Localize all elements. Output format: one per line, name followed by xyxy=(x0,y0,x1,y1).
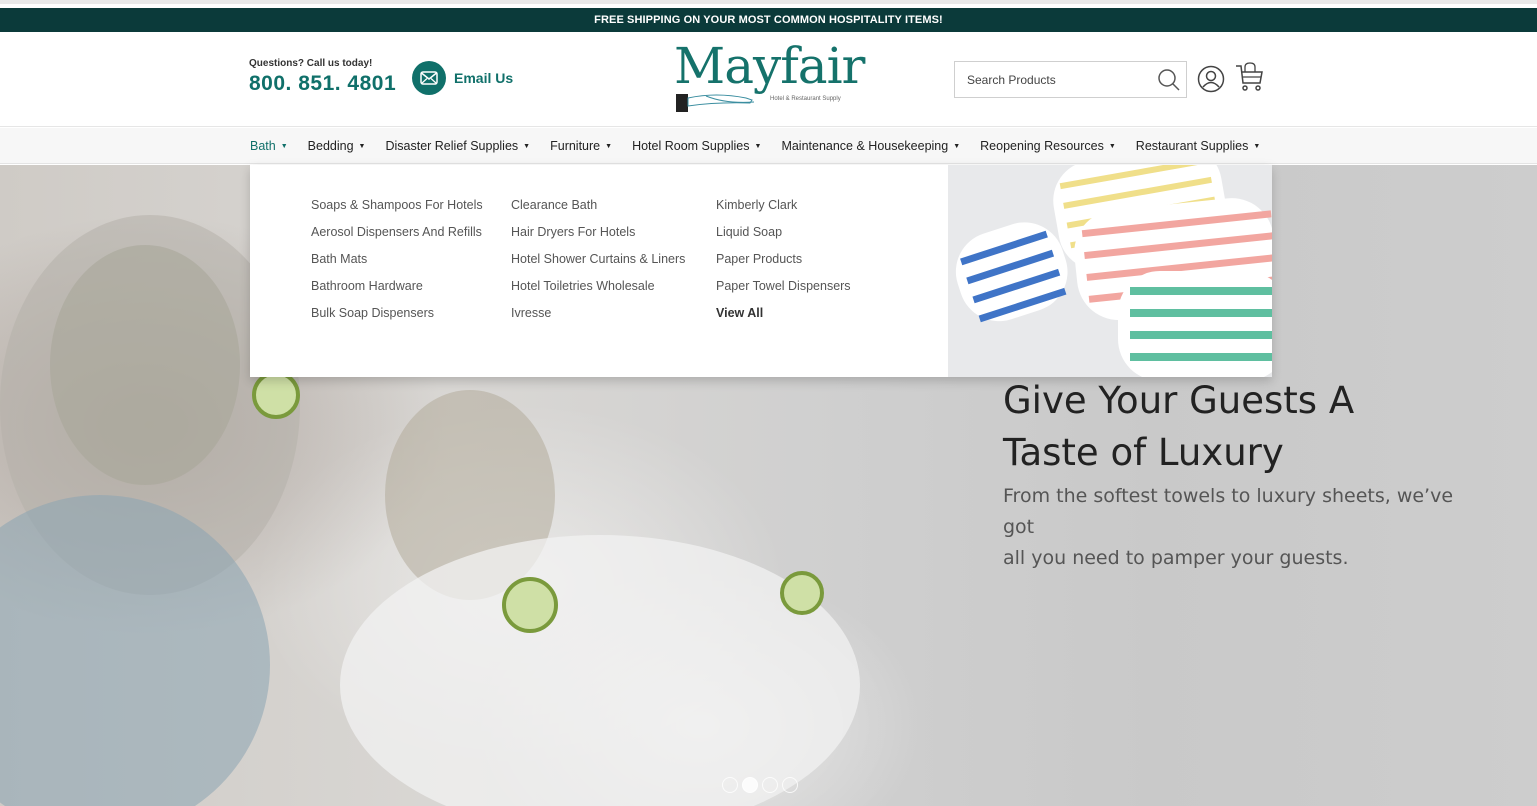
carousel-dot-active[interactable] xyxy=(742,777,758,793)
mega-link[interactable]: Soaps & Shampoos For Hotels xyxy=(311,197,483,224)
nav-label: Reopening Resources xyxy=(980,139,1104,153)
logo-wordmark: Mayfair xyxy=(674,37,865,95)
nav-item-reopening[interactable]: Reopening Resources ▼ xyxy=(980,139,1116,153)
hero-subtitle: From the softest towels to luxury sheets… xyxy=(1003,481,1473,574)
caret-down-icon: ▼ xyxy=(358,143,366,150)
main-nav: Bath ▼ Bedding ▼ Disaster Relief Supplies ▼… xyxy=(0,128,1537,164)
view-all-link[interactable]: View All xyxy=(716,305,851,332)
nav-item-bedding[interactable]: Bedding ▼ xyxy=(308,139,366,153)
nav-item-disaster-relief[interactable]: Disaster Relief Supplies ▼ xyxy=(385,139,530,153)
nav-item-hotel-room-supplies[interactable]: Hotel Room Supplies ▼ xyxy=(632,139,761,153)
carousel-dot[interactable] xyxy=(782,777,798,793)
phone-number[interactable]: 800. 851. 4801 xyxy=(249,72,396,96)
mega-link[interactable]: Paper Towel Dispensers xyxy=(716,278,851,305)
mega-link[interactable]: Liquid Soap xyxy=(716,224,851,251)
nav-label: Disaster Relief Supplies xyxy=(385,139,519,153)
contact-question: Questions? Call us today! xyxy=(249,58,373,69)
nav-item-maintenance[interactable]: Maintenance & Housekeeping ▼ xyxy=(781,139,960,153)
hero-subtitle-line2: all you need to pamper your guests. xyxy=(1003,547,1349,569)
caret-down-icon: ▼ xyxy=(523,143,531,150)
mega-link[interactable]: Clearance Bath xyxy=(511,197,685,224)
hero-title-line2: Taste of Luxury xyxy=(1003,431,1284,474)
mega-link[interactable]: Bath Mats xyxy=(311,251,483,278)
caret-down-icon: ▼ xyxy=(280,143,288,150)
carousel-dot[interactable] xyxy=(762,777,778,793)
contact-block: Questions? Call us today! 800. 851. 4801 xyxy=(249,58,396,96)
caret-down-icon: ▼ xyxy=(953,143,961,150)
mega-menu-column-1: Soaps & Shampoos For Hotels Aerosol Disp… xyxy=(311,197,483,332)
mega-link[interactable]: Paper Products xyxy=(716,251,851,278)
site-header: Questions? Call us today! 800. 851. 4801… xyxy=(0,32,1537,127)
nav-label: Hotel Room Supplies xyxy=(632,139,750,153)
envelope-icon xyxy=(412,61,446,95)
caret-down-icon: ▼ xyxy=(1253,143,1261,150)
hero-title: Give Your Guests A Taste of Luxury xyxy=(1003,375,1423,479)
mega-link[interactable]: Hotel Shower Curtains & Liners xyxy=(511,251,685,278)
promo-banner: FREE SHIPPING ON YOUR MOST COMMON HOSPIT… xyxy=(0,8,1537,32)
search-icon[interactable] xyxy=(1156,67,1182,93)
nav-label: Bedding xyxy=(307,139,354,153)
bath-mega-menu: Soaps & Shampoos For Hotels Aerosol Disp… xyxy=(250,165,1272,377)
mega-link[interactable]: Bathroom Hardware xyxy=(311,278,483,305)
logo-tagline: Hotel & Restaurant Supply xyxy=(770,96,841,102)
caret-down-icon: ▼ xyxy=(605,143,613,150)
mega-link[interactable]: Kimberly Clark xyxy=(716,197,851,224)
mega-link[interactable]: Bulk Soap Dispensers xyxy=(311,305,483,332)
shopping-cart-icon[interactable] xyxy=(1233,61,1265,93)
mega-link[interactable]: Hair Dryers For Hotels xyxy=(511,224,685,251)
hero-subtitle-line1: From the softest towels to luxury sheets… xyxy=(1003,485,1454,538)
nav-label: Maintenance & Housekeeping xyxy=(781,139,949,153)
mega-link[interactable]: Aerosol Dispensers And Refills xyxy=(311,224,483,251)
caret-down-icon: ▼ xyxy=(754,143,762,150)
caret-down-icon: ▼ xyxy=(1108,143,1116,150)
nav-item-bath[interactable]: Bath ▼ xyxy=(250,139,288,153)
mega-menu-column-3: Kimberly Clark Liquid Soap Paper Product… xyxy=(716,197,851,332)
nav-label: Furniture xyxy=(550,139,601,153)
rolled-towels-illustration xyxy=(948,165,1272,377)
email-us-link[interactable]: Email Us xyxy=(412,61,513,95)
search-box xyxy=(954,61,1187,98)
user-account-icon[interactable] xyxy=(1197,65,1225,93)
mega-menu-column-2: Clearance Bath Hair Dryers For Hotels Ho… xyxy=(511,197,685,332)
search-input[interactable] xyxy=(955,62,1151,97)
site-logo[interactable]: Mayfair Hotel & Restaurant Supply xyxy=(672,38,865,116)
nav-item-restaurant[interactable]: Restaurant Supplies ▼ xyxy=(1136,139,1261,153)
carousel-dots xyxy=(722,777,798,793)
mega-link[interactable]: Ivresse xyxy=(511,305,685,332)
nav-label: Bath xyxy=(250,139,276,153)
email-us-label: Email Us xyxy=(454,70,514,86)
nav-label: Restaurant Supplies xyxy=(1135,139,1249,153)
nav-item-furniture[interactable]: Furniture ▼ xyxy=(550,139,612,153)
page: FREE SHIPPING ON YOUR MOST COMMON HOSPIT… xyxy=(0,0,1537,806)
mega-link[interactable]: Hotel Toiletries Wholesale xyxy=(511,278,685,305)
hero-title-line1: Give Your Guests A xyxy=(1003,379,1355,422)
towels-image[interactable] xyxy=(948,165,1272,377)
carousel-dot[interactable] xyxy=(722,777,738,793)
bellhop-hand-icon xyxy=(676,94,755,112)
promo-text: FREE SHIPPING ON YOUR MOST COMMON HOSPIT… xyxy=(594,14,943,26)
